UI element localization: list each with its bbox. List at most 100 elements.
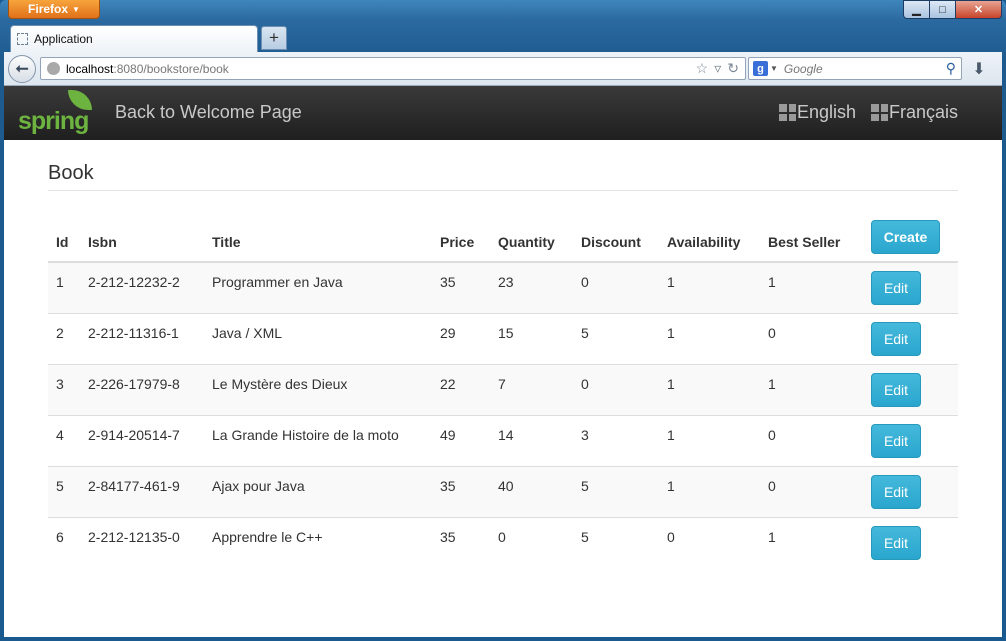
search-bar[interactable]: g ▼ Google ⚲ [748, 57, 962, 80]
cell-quantity: 40 [490, 465, 573, 517]
tab-title: Application [34, 32, 93, 46]
create-button[interactable]: Create [871, 220, 940, 254]
cell-isbn: 2-212-11316-1 [80, 312, 204, 364]
language-french-link[interactable]: Français [871, 102, 958, 123]
cell-discount: 5 [573, 465, 659, 517]
firefox-menu-button[interactable]: Firefox ▼ [8, 0, 100, 19]
cell-availability: 1 [659, 312, 760, 364]
firefox-menu-label: Firefox [28, 2, 69, 16]
column-header-actions: Create [863, 219, 958, 263]
cell-price: 22 [432, 363, 490, 415]
column-header-quantity: Quantity [490, 219, 573, 263]
cell-best-seller: 0 [760, 414, 863, 466]
cell-price: 35 [432, 516, 490, 568]
cell-title: Programmer en Java [204, 262, 432, 313]
cell-actions: Edit [863, 262, 958, 313]
cell-best-seller: 1 [760, 262, 863, 313]
chevron-down-icon: ▼ [72, 4, 80, 14]
url-tools: ☆ ▿ ↻ [696, 60, 739, 77]
cell-best-seller: 1 [760, 363, 863, 415]
language-english-link[interactable]: English [779, 102, 856, 123]
table-row: 1 2-212-12232-2 Programmer en Java 35 23 0 1 1 E… [48, 262, 958, 313]
minimize-button[interactable]: ▁ [903, 0, 930, 19]
edit-button[interactable]: Edit [871, 321, 921, 356]
search-icon[interactable]: ⚲ [946, 60, 956, 77]
new-tab-button[interactable]: + [261, 26, 287, 50]
spring-logo[interactable]: spring [18, 90, 92, 136]
cell-quantity: 15 [490, 312, 573, 364]
cell-discount: 5 [573, 312, 659, 364]
table-row: 2 2-212-11316-1 Java / XML 29 15 5 1 0 Edit [48, 312, 958, 364]
cell-discount: 3 [573, 414, 659, 466]
edit-button[interactable]: Edit [871, 525, 921, 560]
table-row: 6 2-212-12135-0 Apprendre le C++ 35 0 5 0 1 Edit [48, 516, 958, 568]
edit-button[interactable]: Edit [871, 474, 921, 509]
cell-availability: 1 [659, 465, 760, 517]
title-divider [48, 190, 958, 191]
back-to-welcome-link[interactable]: Back to Welcome Page [115, 102, 302, 123]
cell-actions: Edit [863, 465, 958, 517]
cell-quantity: 0 [490, 516, 573, 568]
url-path: :8080/bookstore/book [113, 61, 229, 76]
cell-quantity: 14 [490, 414, 573, 466]
cell-id: 5 [48, 465, 80, 517]
cell-actions: Edit [863, 516, 958, 568]
google-engine-icon[interactable]: g [753, 61, 768, 76]
cell-actions: Edit [863, 312, 958, 364]
close-window-button[interactable]: ✕ [956, 0, 1002, 19]
download-icon[interactable]: ⬇ [968, 58, 990, 80]
cell-availability: 1 [659, 363, 760, 415]
cell-best-seller: 1 [760, 516, 863, 568]
cell-id: 4 [48, 414, 80, 466]
grid-icon [871, 104, 888, 121]
cell-isbn: 2-226-17979-8 [80, 363, 204, 415]
cell-title: Apprendre le C++ [204, 516, 432, 568]
cell-price: 49 [432, 414, 490, 466]
edit-button[interactable]: Edit [871, 271, 921, 305]
maximize-button[interactable]: □ [930, 0, 956, 19]
column-header-title: Title [204, 219, 432, 263]
table-row: 4 2-914-20514-7 La Grande Histoire de la m… [48, 414, 958, 466]
table-row: 3 2-226-17979-8 Le Mystère des Dieux 22 7 0 1 1… [48, 363, 958, 415]
cell-price: 35 [432, 465, 490, 517]
cell-availability: 1 [659, 262, 760, 313]
edit-button[interactable]: Edit [871, 372, 921, 407]
cell-title: La Grande Histoire de la moto [204, 414, 432, 466]
globe-icon [47, 62, 60, 75]
cell-availability: 0 [659, 516, 760, 568]
cell-best-seller: 0 [760, 312, 863, 364]
cell-id: 3 [48, 363, 80, 415]
cell-best-seller: 0 [760, 465, 863, 517]
engine-dropdown-icon[interactable]: ▼ [770, 64, 778, 73]
arrow-left-icon: ⭠ [15, 60, 29, 77]
logo-text: spring [18, 107, 89, 135]
table-row: 5 2-84177-461-9 Ajax pour Java 35 40 5 1 0 Edit [48, 465, 958, 517]
column-header-best-seller: Best Seller [760, 219, 863, 263]
reload-icon[interactable]: ↻ [727, 60, 739, 77]
cell-quantity: 7 [490, 363, 573, 415]
cell-id: 1 [48, 262, 80, 313]
language-english-label: English [797, 102, 857, 122]
page-viewport: spring Back to Welcome Page English Fran… [4, 86, 1002, 637]
page-title: Book [48, 162, 94, 184]
column-header-isbn: Isbn [80, 219, 204, 263]
cell-title: Le Mystère des Dieux [204, 363, 432, 415]
bookmark-star-icon[interactable]: ☆ [696, 60, 709, 77]
cell-discount: 5 [573, 516, 659, 568]
back-button[interactable]: ⭠ [8, 55, 36, 83]
edit-button[interactable]: Edit [871, 423, 921, 458]
cell-price: 35 [432, 262, 490, 313]
dropdown-arrow-icon[interactable]: ▿ [714, 60, 721, 77]
cell-title: Ajax pour Java [204, 465, 432, 517]
cell-id: 6 [48, 516, 80, 568]
cell-quantity: 23 [490, 262, 573, 313]
cell-isbn: 2-84177-461-9 [80, 465, 204, 517]
url-bar[interactable]: localhost:8080/bookstore/book ☆ ▿ ↻ [40, 57, 746, 80]
cell-isbn: 2-212-12135-0 [80, 516, 204, 568]
browser-tab[interactable]: Application [10, 25, 258, 52]
app-navbar: spring Back to Welcome Page English Fran… [4, 86, 1002, 140]
search-placeholder: Google [783, 61, 823, 76]
cell-title: Java / XML [204, 312, 432, 364]
cell-id: 2 [48, 312, 80, 364]
column-header-price: Price [432, 219, 490, 263]
